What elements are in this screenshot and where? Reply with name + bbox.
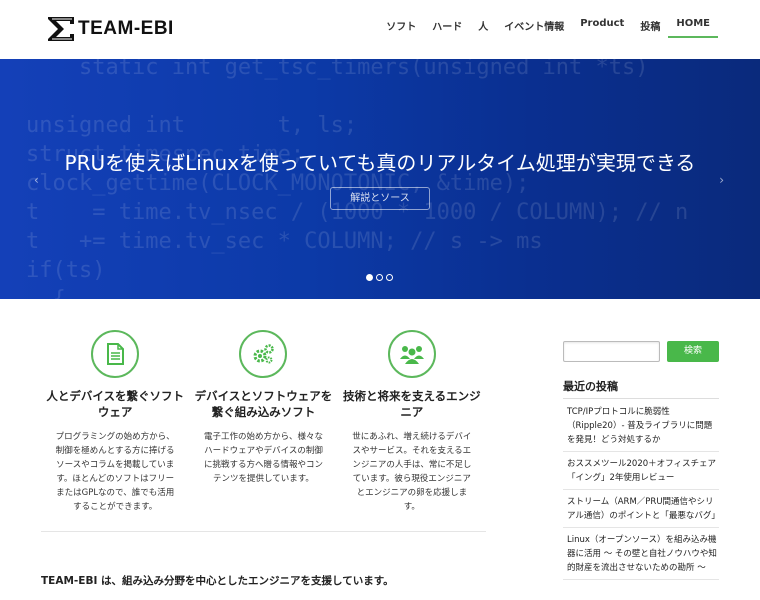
hero-carousel: static int get_tsc_timers(unsigned int *… xyxy=(0,59,760,299)
sigma-logo-icon xyxy=(48,17,74,41)
recent-posts-list: TCP/IPプロトコルに脆弱性（Ripple20）- 普及ライブラリに問題を発見… xyxy=(563,405,720,585)
gears-icon xyxy=(239,330,288,378)
search-input[interactable] xyxy=(563,341,660,362)
feature-text: プログラミングの始め方から、制御を極めんとする方に捧げるソースやコラムを掲載して… xyxy=(55,432,175,512)
nav-item-product[interactable]: Product xyxy=(572,0,632,38)
feature-software: 人とデバイスを繋ぐソフトウェア プログラミングの始め方から、制御を極めんとする方… xyxy=(41,330,189,514)
recent-posts-heading: 最近の投稿 xyxy=(563,380,618,393)
section-divider xyxy=(41,531,486,532)
feature-title: デバイスとソフトウェアを繋ぐ組み込みソフト xyxy=(194,389,333,419)
main-nav: ソフト ハード 人 イベント情報 Product 投稿 HOME xyxy=(378,0,718,59)
carousel-indicators xyxy=(366,274,393,281)
nav-item-home[interactable]: HOME xyxy=(668,0,718,38)
nav-item-posts[interactable]: 投稿 xyxy=(632,0,668,38)
nav-item-soft[interactable]: ソフト xyxy=(378,0,424,38)
chevron-left-icon[interactable]: ‹ xyxy=(34,173,39,187)
logo-text: TEAM-EBI xyxy=(78,18,174,39)
site-header: TEAM-EBI ソフト ハード 人 イベント情報 Product 投稿 HOM… xyxy=(0,0,760,59)
features-section: 人とデバイスを繋ぐソフトウェア プログラミングの始め方から、制御を極めんとする方… xyxy=(41,330,486,514)
chevron-right-icon[interactable]: › xyxy=(719,173,724,187)
people-icon xyxy=(387,330,436,378)
carousel-dot[interactable] xyxy=(366,274,373,281)
heading-divider xyxy=(563,398,719,399)
carousel-dot[interactable] xyxy=(376,274,383,281)
feature-text: 電子工作の始め方から、様々なハードウェアやデバイスの制御に挑戦する方へ贈る情報や… xyxy=(203,432,323,484)
nav-item-hard[interactable]: ハード xyxy=(424,0,470,38)
recent-post-link[interactable]: TCP/IPプロトコルに脆弱性（Ripple20）- 普及ライブラリに問題を発見… xyxy=(563,405,719,452)
site-tagline: TEAM-EBI は、組み込み分野を中心としたエンジニアを支援しています。 xyxy=(41,575,394,587)
nav-item-people[interactable]: 人 xyxy=(470,0,496,38)
feature-engineers: 技術と将来を支えるエンジニア 世にあふれ、増え続けるデバイスやサービス。それを支… xyxy=(338,330,486,514)
hero-cta-button[interactable]: 解説とソース xyxy=(330,187,430,210)
document-icon xyxy=(91,330,140,378)
hero-background-code-image: static int get_tsc_timers(unsigned int *… xyxy=(26,59,689,299)
site-logo[interactable]: TEAM-EBI xyxy=(46,14,174,44)
feature-embedded: デバイスとソフトウェアを繋ぐ組み込みソフト 電子工作の始め方から、様々なハードウ… xyxy=(189,330,337,514)
recent-post-link[interactable]: おススメツール2020＋オフィスチェア「イング」2年使用レビュー xyxy=(563,457,719,490)
recent-post-link[interactable]: ストリーム（ARM／PRU間通信やシリアル通信）のポイントと「最悪なバグ」 xyxy=(563,495,720,528)
carousel-dot[interactable] xyxy=(386,274,393,281)
search-button[interactable]: 検索 xyxy=(667,341,719,362)
feature-title: 人とデバイスを繋ぐソフトウェア xyxy=(46,389,184,419)
nav-item-events[interactable]: イベント情報 xyxy=(496,0,572,38)
feature-title: 技術と将来を支えるエンジニア xyxy=(342,389,481,419)
feature-text: 世にあふれ、増え続けるデバイスやサービス。それを支えるエンジニアの人手は、常に不… xyxy=(352,432,472,512)
recent-post-link[interactable]: Linux（オープンソース）を組み込み機器に活用 ～ その壁と自社ノウハウや知的… xyxy=(563,533,719,580)
hero-title: PRUを使えばLinuxを使っていても真のリアルタイム処理が実現できる xyxy=(64,151,696,175)
